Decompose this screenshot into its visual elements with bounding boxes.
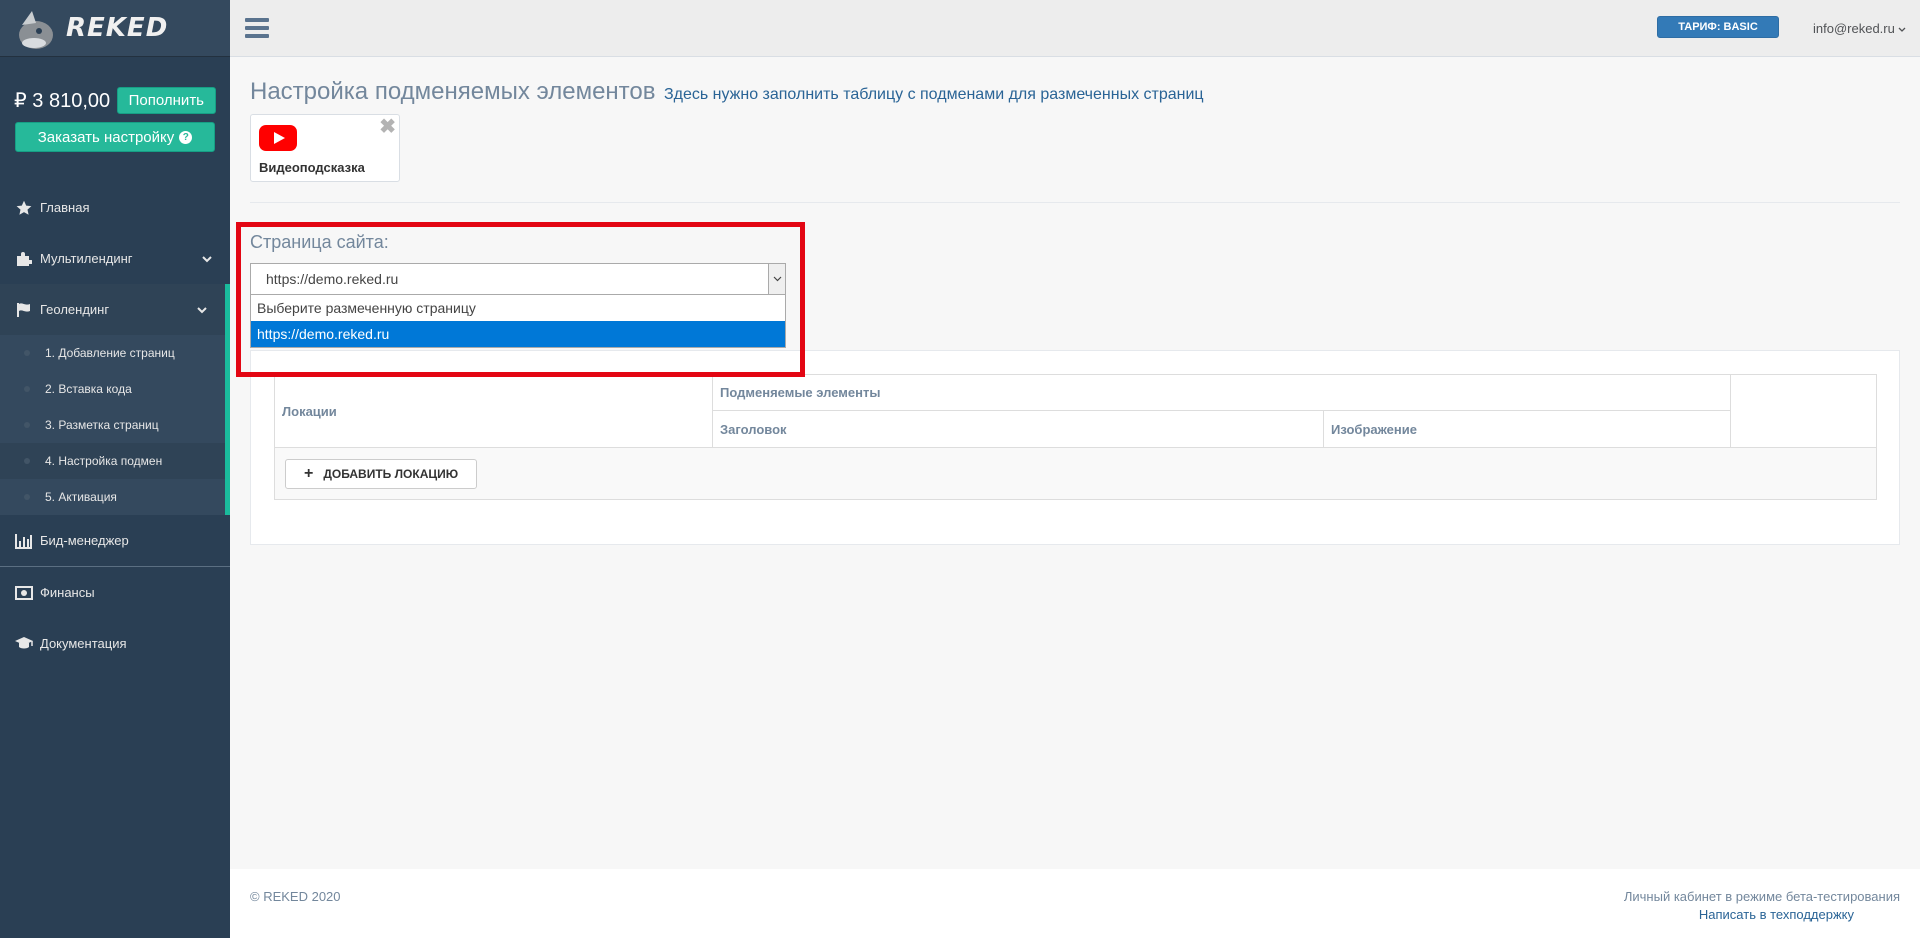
menu-item-label: Финансы [40,585,95,600]
menu-toggle-icon[interactable] [245,18,269,38]
flag-icon [14,302,34,318]
menu-item-label: Геолендинг [40,302,110,317]
menu-item-label: Главная [40,200,90,215]
menu-item-label: Мультилендинг [40,251,133,266]
video-hint-label: Видеоподсказка [259,160,365,175]
page-subtitle: Здесь нужно заполнить таблицу с подменам… [663,86,1204,103]
column-locations: Локации [274,374,713,448]
order-setup-label: Заказать настройку [37,128,175,146]
add-location-button[interactable]: + ДОБАВИТЬ ЛОКАЦИЮ [285,458,478,489]
star-icon [14,200,34,216]
submenu-item-replacements[interactable]: 4. Настройка подмен [0,443,225,479]
page-select-block: Страница сайта: https://demo.reked.ru Вы… [250,232,786,348]
column-actions [1730,374,1877,448]
order-setup-button[interactable]: Заказать настройку ? [15,122,215,152]
column-heading: Заголовок [712,410,1324,448]
copyright: © REKED 2020 [250,889,341,904]
balance-row: ₽ 3 810,00 Пополнить [0,57,230,114]
plus-icon: + [304,464,314,482]
main-menu: Главная Мультилендинг Геолендинг 1. Доба… [0,182,230,669]
menu-item-finance[interactable]: Финансы [0,567,230,618]
add-location-label: ДОБАВИТЬ ЛОКАЦИЮ [323,466,459,481]
chevron-down-icon [202,251,212,266]
menu-item-geolanding[interactable]: Геолендинг [0,284,230,335]
page-select-dropdown: Выберите размеченную страницу https://de… [250,295,786,348]
topup-button[interactable]: Пополнить [116,87,216,114]
page-heading: Настройка подменяемых элементов [250,78,656,105]
close-icon[interactable]: ✖ [379,114,396,139]
menu-item-docs[interactable]: Документация [0,618,230,669]
chevron-down-icon [1898,21,1906,36]
column-replaced-elements: Подменяемые элементы [712,374,1731,411]
rhino-mascot-icon [19,11,53,49]
menu-item-label: Бид-менеджер [40,533,129,548]
sidebar: REKED ₽ 3 810,00 Пополнить Заказать наст… [0,0,230,938]
footer: © REKED 2020 Личный кабинет в режиме бет… [230,869,1920,938]
bar-chart-icon [14,533,34,549]
column-image: Изображение [1323,410,1731,448]
money-icon [14,585,34,600]
submenu-item-activation[interactable]: 5. Активация [0,479,225,515]
video-hint-card[interactable]: ✖ Видеоподсказка [250,114,400,182]
select-option-placeholder[interactable]: Выберите размеченную страницу [251,295,785,321]
page-select-value: https://demo.reked.ru [266,271,399,287]
geolanding-submenu: 1. Добавление страниц 2. Вставка кода 3.… [0,335,230,515]
chevron-down-icon[interactable] [768,264,785,294]
brand-name: REKED [66,13,169,43]
submenu-item-add-pages[interactable]: 1. Добавление страниц [0,335,225,371]
locations-panel: Локации Подменяемые элементы Заголовок И… [250,350,1900,545]
user-menu[interactable]: info@reked.ru [1813,21,1906,36]
select-option-demo[interactable]: https://demo.reked.ru [251,321,785,347]
menu-item-bid-manager[interactable]: Бид-менеджер [0,515,230,566]
divider [250,202,1900,203]
menu-item-multilanding[interactable]: Мультилендинг [0,233,230,284]
submenu-item-insert-code[interactable]: 2. Вставка кода [0,371,225,407]
page-title: Настройка подменяемых элементов Здесь ну… [250,78,1204,106]
menu-item-home[interactable]: Главная [0,182,230,233]
question-icon: ? [179,130,193,144]
balance-amount: ₽ 3 810,00 [14,90,111,112]
graduation-cap-icon [14,636,34,652]
submenu-item-markup-pages[interactable]: 3. Разметка страниц [0,407,225,443]
beta-notice: Личный кабинет в режиме бета-тестировани… [1623,889,1900,904]
user-email: info@reked.ru [1813,21,1895,36]
logo[interactable]: REKED [0,0,230,57]
chevron-down-icon [197,302,207,317]
page-select[interactable]: https://demo.reked.ru [250,263,786,295]
youtube-icon [259,125,297,151]
locations-table: Локации Подменяемые элементы Заголовок И… [274,374,1877,500]
tariff-badge[interactable]: ТАРИФ: BASIC [1657,16,1779,38]
puzzle-icon [14,251,34,267]
menu-item-label: Документация [40,636,127,651]
page-select-label: Страница сайта: [250,232,389,252]
top-navbar: ТАРИФ: BASIC info@reked.ru [230,0,1920,57]
table-footer-row: + ДОБАВИТЬ ЛОКАЦИЮ [274,447,1877,500]
support-link[interactable]: Написать в техподдержку [1699,907,1854,922]
